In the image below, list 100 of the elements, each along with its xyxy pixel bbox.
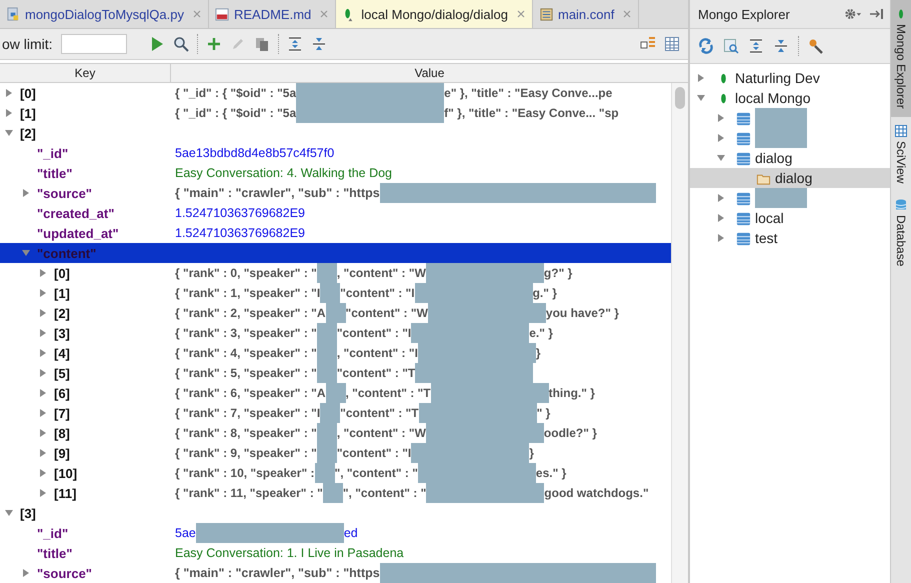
tree-toggle-icon[interactable] <box>38 448 48 458</box>
value-cell: } <box>536 346 541 360</box>
value-cell: "content" : "W <box>346 306 428 320</box>
tree-toggle-icon[interactable] <box>716 133 726 143</box>
tree-toggle-icon[interactable] <box>4 508 14 518</box>
side-tab[interactable]: Database <box>891 191 911 275</box>
query-icon[interactable] <box>723 38 739 54</box>
tree-toggle-icon[interactable] <box>38 468 48 478</box>
editor-tab[interactable]: mongoDialogToMysqlQa.py <box>0 0 209 28</box>
tree-toggle-icon[interactable] <box>38 388 48 398</box>
editor-tab[interactable]: local Mongo/dialog/dialog <box>336 0 533 28</box>
tree-toggle-icon[interactable] <box>21 248 31 258</box>
tree-toggle-icon[interactable] <box>38 408 48 418</box>
table-view-icon[interactable] <box>664 36 680 52</box>
table-row[interactable]: [8] { "rank" : 8, "speaker" : " , "content" : "W oodle?" } <box>0 423 671 443</box>
tree-toggle-icon[interactable] <box>4 128 14 138</box>
value-cell: { "rank" : 2, "speaker" : "A <box>175 306 326 320</box>
tree-toggle-icon[interactable] <box>696 93 706 103</box>
column-header[interactable]: Key <box>0 64 171 82</box>
tree-toggle-icon[interactable] <box>38 268 48 278</box>
value-cell: , "content" : "W <box>336 426 426 440</box>
tree-toggle-icon[interactable] <box>4 88 14 98</box>
value-cell: ", "content" : " <box>342 486 426 500</box>
tree-toggle-icon[interactable] <box>38 328 48 338</box>
key-cell: "title" <box>37 546 72 560</box>
tree-item[interactable]: test <box>690 228 890 248</box>
tree-toggle-icon[interactable] <box>716 193 726 203</box>
close-icon[interactable] <box>516 9 526 19</box>
tree-toggle-icon[interactable] <box>4 108 14 118</box>
table-row[interactable]: [10] { "rank" : 10, "speaker" : ", "content" : " es." } <box>0 463 671 483</box>
close-icon[interactable] <box>192 9 202 19</box>
table-row[interactable]: [2] { "rank" : 2, "speaker" : "A "content" : "W you have?" } <box>0 303 671 323</box>
search-icon[interactable] <box>172 36 189 52</box>
table-row[interactable]: "_id" 5ae ed <box>0 523 671 543</box>
table-row[interactable]: [1] { "rank" : 1, "speaker" : "I "content" : "I g." } <box>0 283 671 303</box>
value-cell: " } <box>536 406 550 420</box>
table-row[interactable]: [2] <box>0 123 671 143</box>
hide-panel-icon[interactable] <box>868 6 886 22</box>
key-cell: [9] <box>54 446 70 460</box>
table-row[interactable]: [7] { "rank" : 7, "speaker" : "I "content" : "T " } <box>0 403 671 423</box>
tree-toggle-icon[interactable] <box>38 308 48 318</box>
tree-item[interactable]: Naturling Dev <box>690 68 890 88</box>
tree-toggle-icon[interactable] <box>38 348 48 358</box>
expand-all-icon[interactable] <box>748 38 764 54</box>
tree-toggle-icon[interactable] <box>716 213 726 223</box>
table-row[interactable]: [0] { "_id" : { "$oid" : "5a e" }, "title" : "Easy Conve...pe <box>0 83 671 103</box>
table-row[interactable]: [1] { "_id" : { "$oid" : "5a f" }, "title" : "Easy Conve... "sp <box>0 103 671 123</box>
tree-toggle-icon[interactable] <box>696 73 706 83</box>
side-tab[interactable]: Mongo Explorer <box>891 0 911 117</box>
close-icon[interactable] <box>622 9 632 19</box>
table-row[interactable]: "title" Easy Conversation: 4. Walking the Dog <box>0 163 671 183</box>
table-row[interactable]: [11] { "rank" : 11, "speaker" : " ", "content" : " good watchdogs." <box>0 483 671 503</box>
table-row[interactable]: [4] { "rank" : 4, "speaker" : " , "content" : "I } <box>0 343 671 363</box>
scrollbar-thumb[interactable] <box>675 87 685 109</box>
add-icon[interactable] <box>206 36 222 52</box>
tree-toggle-icon[interactable] <box>38 288 48 298</box>
table-row[interactable]: "created_at" 1.524710363769682E9 <box>0 203 671 223</box>
editor-tab[interactable]: main.conf <box>532 0 640 28</box>
table-row[interactable]: [0] { "rank" : 0, "speaker" : " , "content" : "W g?" } <box>0 263 671 283</box>
column-header[interactable]: Value <box>171 64 688 82</box>
table-row[interactable]: "title" Easy Conversation: 1. I Live in Pasadena <box>0 543 671 563</box>
tree-toggle-icon[interactable] <box>716 113 726 123</box>
value-cell: , "content" : "I <box>336 346 418 360</box>
expand-all-icon[interactable] <box>286 36 303 52</box>
tree-item[interactable]: dialog <box>690 148 890 168</box>
key-cell: "updated_at" <box>37 226 119 240</box>
tree-toggle-icon[interactable] <box>38 428 48 438</box>
database-icon <box>736 210 751 226</box>
tree-toggle-icon[interactable] <box>716 233 726 243</box>
row-limit-field[interactable] <box>60 34 127 54</box>
tree-item[interactable]: dialog <box>690 168 890 188</box>
redaction-block <box>322 483 343 503</box>
copy-icon[interactable] <box>254 36 270 52</box>
side-tab[interactable]: SciView <box>891 116 911 192</box>
table-row[interactable]: [5] { "rank" : 5, "speaker" : " "content" : "T <box>0 363 671 383</box>
key-cell: "source" <box>37 566 92 580</box>
collapse-all-icon[interactable] <box>310 36 327 52</box>
tree-toggle-icon[interactable] <box>38 368 48 378</box>
tree-item[interactable]: local <box>690 208 890 228</box>
tree-toggle-icon[interactable] <box>38 488 48 498</box>
key-cell: "_id" <box>37 146 68 160</box>
table-row[interactable]: "updated_at" 1.524710363769682E9 <box>0 223 671 243</box>
tree-toggle-icon[interactable] <box>21 568 31 578</box>
tree-toggle-icon[interactable] <box>716 153 726 163</box>
tree-item[interactable]: local Mongo <box>690 88 890 108</box>
value-cell: { "rank" : 0, "speaker" : " <box>175 266 317 280</box>
table-row[interactable]: [3] { "rank" : 3, "speaker" : " "content" : "I e." } <box>0 323 671 343</box>
table-row[interactable]: "source" { "main" : "crawler", "sub" : "https <box>0 563 671 583</box>
value-cell: e" }, "title" : "Easy Conve...pe <box>444 86 612 100</box>
settings-icon[interactable] <box>844 6 862 22</box>
close-icon[interactable] <box>319 9 330 19</box>
table-row[interactable]: [3] <box>0 503 671 523</box>
table-row[interactable]: "_id" 5ae13bdbd8d4e8b57c4f57f0 <box>0 143 671 163</box>
table-row[interactable]: "source" { "main" : "crawler", "sub" : "https <box>0 183 671 203</box>
value-cell: 5ae <box>175 526 196 540</box>
table-row[interactable]: [9] { "rank" : 9, "speaker" : " "content" : "I } <box>0 443 671 463</box>
tree-toggle-icon[interactable] <box>21 188 31 198</box>
wrench-icon[interactable] <box>808 38 824 54</box>
collapse-all-icon[interactable] <box>773 38 789 54</box>
refresh-icon[interactable] <box>698 38 714 54</box>
